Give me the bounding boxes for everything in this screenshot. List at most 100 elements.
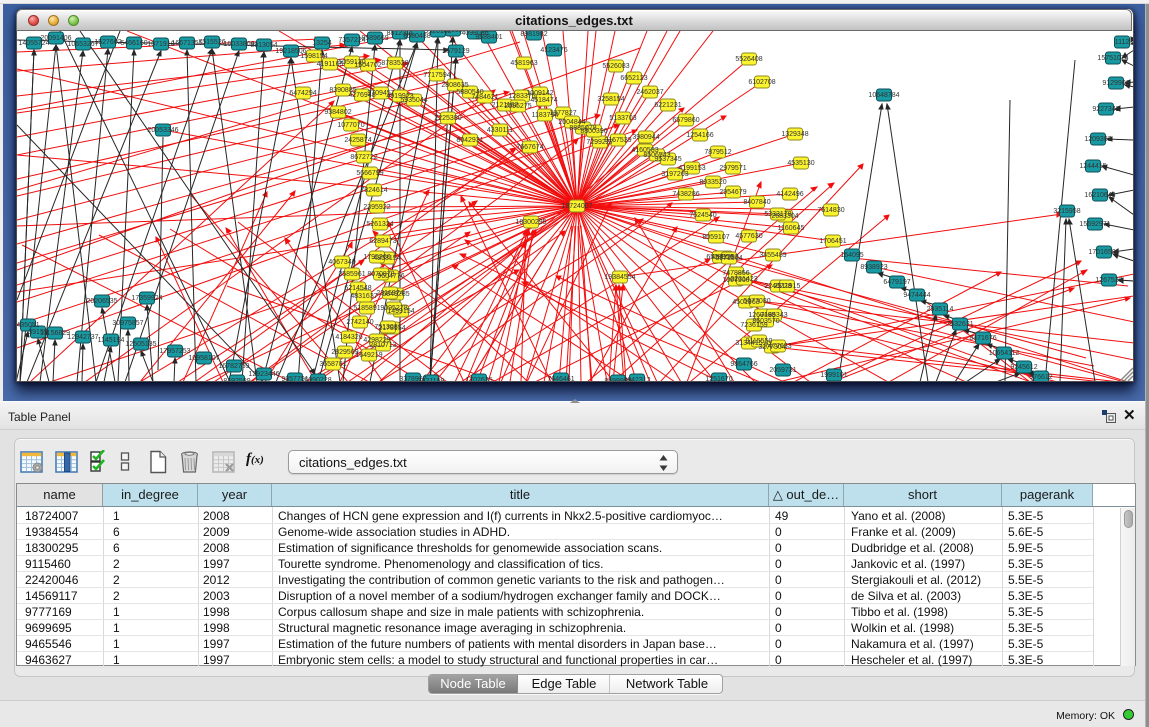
svg-text:6479197: 6479197: [883, 279, 910, 286]
svg-text:30975857: 30975857: [112, 320, 143, 327]
svg-text:5666799: 5666799: [356, 170, 383, 177]
svg-text:2316974: 2316974: [376, 290, 403, 297]
svg-text:8672722: 8672722: [350, 154, 377, 161]
svg-text:6289473: 6289473: [369, 238, 396, 245]
svg-text:9864766: 9864766: [730, 361, 757, 368]
svg-text:8033520: 8033520: [699, 179, 726, 186]
svg-text:5526408: 5526408: [735, 56, 762, 63]
svg-text:5261324: 5261324: [366, 221, 393, 228]
svg-text:1504702: 1504702: [354, 62, 381, 69]
svg-text:1598154: 1598154: [300, 53, 327, 60]
svg-text:1649219: 1649219: [355, 352, 382, 359]
svg-text:2808635: 2808635: [441, 82, 468, 89]
svg-text:12942737: 12942737: [67, 334, 98, 341]
svg-text:15751074: 15751074: [1097, 55, 1128, 62]
svg-text:9167539: 9167539: [604, 137, 631, 144]
svg-text:3455489: 3455489: [759, 252, 786, 259]
svg-text:5526083: 5526083: [602, 63, 629, 70]
svg-text:20053346: 20053346: [147, 127, 178, 134]
svg-text:1009142: 1009142: [526, 90, 553, 97]
svg-text:2462037: 2462037: [636, 89, 663, 96]
svg-text:3642312: 3642312: [623, 377, 650, 381]
svg-text:7624540: 7624540: [689, 212, 716, 219]
svg-text:3585961: 3585961: [338, 271, 365, 278]
svg-text:8603570: 8603570: [752, 318, 779, 325]
svg-text:2004844: 2004844: [558, 119, 585, 126]
svg-text:2395922: 2395922: [363, 204, 390, 211]
svg-text:3197263: 3197263: [661, 171, 688, 178]
svg-text:2225380: 2225380: [434, 115, 461, 122]
svg-text:16210643: 16210643: [1084, 192, 1115, 199]
svg-text:5077080: 5077080: [743, 298, 770, 305]
svg-text:5133703: 5133703: [609, 115, 636, 122]
svg-text:18724007: 18724007: [561, 203, 592, 210]
svg-text:3215958: 3215958: [1053, 208, 1080, 215]
svg-text:16782759: 16782759: [218, 363, 249, 370]
svg-text:7717594: 7717594: [423, 72, 450, 79]
svg-text:1795266: 1795266: [363, 254, 390, 261]
svg-text:2742140: 2742140: [346, 319, 373, 326]
svg-text:11156829: 11156829: [40, 330, 70, 337]
svg-text:7515526: 7515526: [198, 39, 225, 46]
svg-text:4577630: 4577630: [735, 233, 762, 240]
svg-text:164095: 164095: [840, 252, 863, 259]
svg-text:9095278: 9095278: [380, 305, 407, 312]
svg-text:2511915: 2511915: [774, 283, 801, 290]
svg-text:7513081: 7513081: [374, 324, 401, 331]
svg-text:1329348: 1329348: [781, 131, 808, 138]
svg-text:7646461: 7646461: [547, 376, 574, 381]
svg-text:1077070: 1077070: [337, 122, 364, 129]
svg-text:2579129: 2579129: [442, 48, 469, 55]
svg-text:6102708: 6102708: [748, 79, 775, 86]
svg-text:17016504: 17016504: [1088, 249, 1119, 256]
svg-text:1112: 1112: [1115, 39, 1130, 46]
svg-text:5333178: 5333178: [764, 211, 791, 218]
svg-text:7879512: 7879512: [704, 149, 731, 156]
svg-text:6579860: 6579860: [672, 117, 699, 124]
svg-text:20206535: 20206535: [86, 298, 117, 305]
svg-text:1702635: 1702635: [465, 377, 492, 381]
svg-text:8981982: 8981982: [520, 31, 547, 38]
svg-text:435051: 435051: [17, 322, 40, 329]
svg-text:2935114: 2935114: [927, 306, 954, 313]
svg-text:9245612: 9245612: [1010, 364, 1037, 371]
svg-text:1244415: 1244415: [1079, 163, 1106, 170]
svg-text:8042931: 8042931: [456, 137, 483, 144]
svg-text:976612: 976612: [1029, 374, 1052, 381]
svg-text:17359924: 17359924: [131, 295, 162, 302]
svg-text:6090228: 6090228: [304, 377, 331, 381]
svg-text:2979571: 2979571: [719, 165, 746, 172]
svg-text:4581963: 4581963: [510, 60, 537, 67]
svg-text:3258154: 3258154: [597, 96, 624, 103]
svg-text:2231423: 2231423: [730, 276, 757, 283]
svg-text:13254: 13254: [312, 40, 332, 47]
svg-text:4298229: 4298229: [363, 337, 390, 344]
svg-text:1267533: 1267533: [1095, 277, 1122, 284]
svg-text:8800396: 8800396: [580, 128, 607, 135]
svg-text:6214548: 6214548: [344, 285, 371, 292]
svg-text:4123476: 4123476: [540, 47, 567, 54]
svg-text:12505135: 12505135: [125, 341, 156, 348]
svg-text:9129906: 9129906: [1102, 80, 1129, 87]
svg-text:8407840: 8407840: [743, 199, 770, 206]
svg-text:6652123: 6652123: [620, 75, 647, 82]
svg-text:8059107: 8059107: [702, 234, 729, 241]
svg-text:1706451: 1706451: [819, 238, 846, 245]
svg-text:1209382: 1209382: [1084, 136, 1111, 143]
svg-text:4184326: 4184326: [335, 334, 362, 341]
svg-text:10654112: 10654112: [989, 350, 1020, 357]
svg-text:5971504: 5971504: [715, 255, 742, 262]
svg-text:5185891: 5185891: [353, 305, 380, 312]
svg-text:8589669: 8589669: [361, 35, 388, 42]
svg-text:6221231: 6221231: [654, 102, 681, 109]
svg-text:1160645: 1160645: [778, 225, 805, 232]
svg-text:3980944: 3980944: [632, 134, 659, 141]
svg-text:8938923: 8938923: [860, 264, 887, 271]
svg-text:2425874: 2425874: [344, 137, 371, 144]
svg-text:12923446: 12923446: [248, 371, 279, 378]
svg-text:1254166: 1254166: [686, 132, 713, 139]
svg-text:4518474: 4518474: [530, 97, 557, 104]
svg-text:7614830: 7614830: [817, 207, 844, 214]
svg-text:9227342: 9227342: [1092, 106, 1119, 113]
svg-text:17957253: 17957253: [159, 348, 190, 355]
